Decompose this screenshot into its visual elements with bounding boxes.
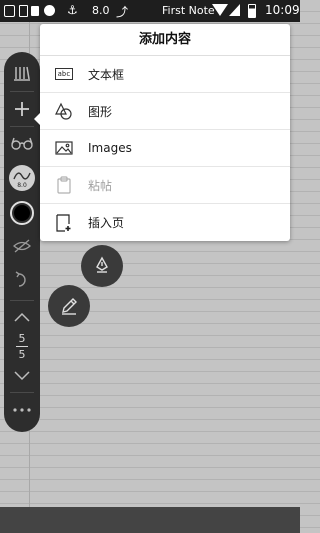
toolbar-divider	[10, 300, 34, 301]
status-time: 10:09	[265, 3, 300, 17]
notification-dot-icon	[44, 5, 55, 16]
menu-item-images[interactable]: Images	[40, 130, 290, 167]
menu-title: 添加内容	[40, 24, 290, 56]
wifi-icon	[212, 4, 228, 16]
anchor-icon: ⚓	[67, 3, 78, 17]
shapes-icon	[40, 93, 88, 130]
insert-page-icon	[40, 204, 88, 241]
notebooks-icon[interactable]	[4, 58, 40, 88]
menu-item-paste[interactable]: 粘帖	[40, 167, 290, 204]
pen-settings-icon[interactable]: 8.0	[4, 162, 40, 194]
menu-item-label: Images	[88, 141, 132, 155]
current-page-number: 5	[18, 332, 26, 345]
side-toolbar: 8.0 5 5	[4, 52, 40, 432]
page-number-divider	[16, 346, 28, 347]
hide-icon[interactable]	[4, 232, 40, 260]
menu-item-shapes[interactable]: 图形	[40, 93, 290, 130]
page-down-icon[interactable]	[4, 365, 40, 387]
color-icon[interactable]	[4, 198, 40, 228]
notification-icon	[19, 5, 28, 17]
notification-icon	[4, 5, 15, 17]
battery-icon	[248, 4, 256, 18]
pencil-button[interactable]	[48, 285, 90, 327]
status-app-title: First Note	[162, 4, 215, 17]
menu-item-label: 图形	[88, 104, 113, 119]
menu-item-label: 文本框	[88, 67, 125, 82]
menu-item-text-box[interactable]: abc 文本框	[40, 56, 290, 93]
fountain-pen-icon	[96, 256, 108, 273]
pencil-icon	[62, 298, 77, 315]
fountain-pen-button[interactable]	[81, 245, 123, 287]
pen-size-label: 8.0	[17, 182, 27, 189]
menu-item-label: 插入页	[88, 216, 125, 230]
more-icon[interactable]	[4, 400, 40, 420]
paste-icon	[40, 167, 88, 204]
menu-item-label: 粘帖	[88, 178, 113, 193]
menu-item-insert-page[interactable]: 插入页	[40, 204, 290, 241]
undo-icon[interactable]	[4, 266, 40, 294]
toolbar-divider	[10, 392, 34, 393]
notification-icon	[31, 6, 39, 16]
toolbar-divider	[10, 126, 34, 127]
cast-icon: ⤴	[116, 5, 129, 19]
current-color-swatch	[14, 205, 30, 221]
image-icon	[40, 130, 88, 167]
signal-icon	[229, 4, 240, 16]
page-up-icon[interactable]	[4, 306, 40, 328]
status-bar: ⚓ 8.0 ⤴ First Note 10:09	[0, 0, 300, 22]
add-content-menu: 添加内容 abc 文本框 图形 Images 粘帖 插入页	[34, 24, 290, 241]
toolbar-divider	[10, 91, 34, 92]
glasses-icon[interactable]	[4, 128, 40, 158]
total-page-number: 5	[18, 348, 26, 361]
status-version: 8.0	[92, 4, 110, 17]
navigation-bar	[0, 507, 300, 533]
text-box-icon: abc	[55, 68, 73, 80]
